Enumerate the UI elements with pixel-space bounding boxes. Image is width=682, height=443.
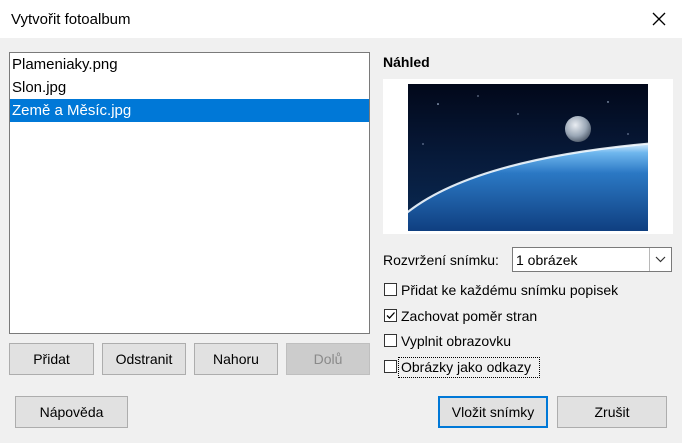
preview-heading: Náhled	[383, 54, 430, 70]
insert-slides-button[interactable]: Vložit snímky	[438, 396, 548, 428]
list-item-selected[interactable]: Země a Měsíc.jpg	[10, 99, 369, 122]
links-label: Obrázky jako odkazy	[401, 359, 531, 375]
help-button[interactable]: Nápověda	[15, 396, 128, 428]
layout-select-value: 1 obrázek	[516, 252, 578, 268]
layout-select[interactable]: 1 obrázek	[512, 247, 672, 272]
window-title: Vytvořit fotoalbum	[11, 11, 131, 28]
caption-label: Přidat ke každému snímku popisek	[401, 282, 619, 298]
close-button[interactable]	[636, 0, 682, 38]
move-up-button[interactable]: Nahoru	[194, 343, 278, 375]
list-item[interactable]: Slon.jpg	[10, 76, 369, 99]
caption-checkbox[interactable]	[384, 283, 397, 296]
preview-image	[408, 84, 648, 231]
layout-label: Rozvržení snímku:	[383, 252, 499, 268]
remove-button[interactable]: Odstranit	[102, 343, 186, 375]
links-checkbox[interactable]	[384, 360, 397, 373]
close-icon	[652, 12, 666, 26]
aspect-ratio-checkbox[interactable]	[384, 309, 397, 322]
aspect-ratio-label: Zachovat poměr stran	[401, 308, 538, 324]
check-icon	[386, 312, 395, 319]
list-item[interactable]: Plameniaky.png	[10, 53, 369, 76]
image-list[interactable]: Plameniaky.png Slon.jpg Země a Měsíc.jpg	[9, 52, 370, 334]
chevron-down-icon	[655, 256, 666, 263]
cancel-button[interactable]: Zrušit	[557, 396, 667, 428]
title-bar: Vytvořit fotoalbum	[0, 0, 682, 38]
dropdown-button[interactable]	[649, 248, 671, 271]
fill-screen-label: Vyplnit obrazovku	[401, 333, 511, 349]
fill-screen-checkbox[interactable]	[384, 334, 397, 347]
move-down-button: Dolů	[286, 343, 370, 375]
preview-frame	[383, 79, 673, 234]
add-button[interactable]: Přidat	[9, 343, 94, 375]
